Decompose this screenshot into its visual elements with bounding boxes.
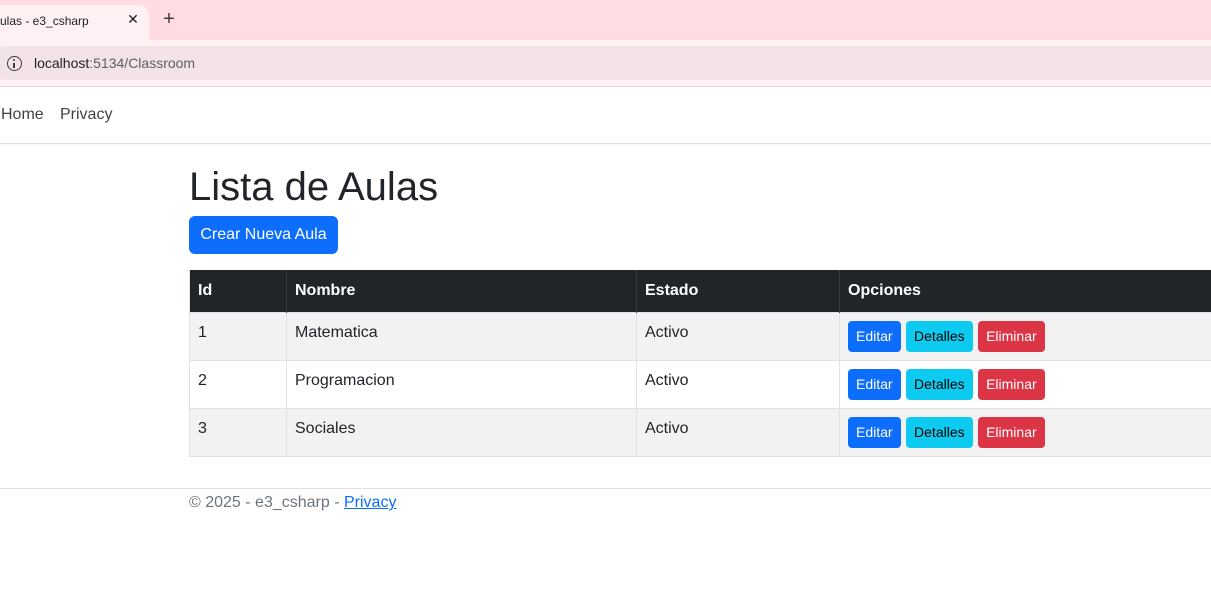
cell-opciones: Editar Detalles Eliminar bbox=[839, 407, 1211, 457]
edit-button[interactable]: Editar bbox=[848, 416, 901, 448]
cell-estado: Activo bbox=[636, 407, 840, 457]
browser-toolbar: localhost:5134/Classroom bbox=[0, 40, 1211, 87]
page-title: Lista de Aulas bbox=[189, 165, 439, 209]
details-button[interactable]: Detalles bbox=[906, 368, 973, 400]
cell-estado: Activo bbox=[636, 359, 840, 408]
table-row: 1 Matematica Activo Editar Detalles Elim… bbox=[189, 311, 1211, 360]
create-classroom-button[interactable]: Crear Nueva Aula bbox=[189, 216, 338, 254]
cell-estado: Activo bbox=[636, 311, 840, 360]
cell-id: 1 bbox=[189, 311, 287, 360]
url-host: localhost bbox=[34, 55, 90, 71]
details-button[interactable]: Detalles bbox=[906, 320, 973, 352]
new-tab-plus-icon[interactable]: + bbox=[160, 9, 178, 29]
classroom-table: Id Nombre Estado Opciones 1 Matematica A… bbox=[189, 270, 1211, 457]
browser-tab-bar: ulas - e3_csharp ✕ + bbox=[0, 0, 1211, 40]
column-header-opciones: Opciones bbox=[839, 270, 1211, 312]
cell-nombre: Programacion bbox=[286, 359, 637, 408]
delete-button[interactable]: Eliminar bbox=[978, 416, 1045, 448]
cell-nombre: Matematica bbox=[286, 311, 637, 360]
tab-title: ulas - e3_csharp bbox=[0, 14, 89, 28]
site-footer: © 2025 - e3_csharp - Privacy bbox=[0, 488, 1211, 548]
table-row: 2 Programacion Activo Editar Detalles El… bbox=[189, 359, 1211, 408]
table-header-row: Id Nombre Estado Opciones bbox=[189, 270, 1211, 312]
delete-button[interactable]: Eliminar bbox=[978, 368, 1045, 400]
footer-copyright: © 2025 - e3_csharp - bbox=[189, 494, 344, 511]
edit-button[interactable]: Editar bbox=[848, 368, 901, 400]
site-info-icon[interactable] bbox=[7, 56, 22, 71]
cell-opciones: Editar Detalles Eliminar bbox=[839, 359, 1211, 408]
table-row: 3 Sociales Activo Editar Detalles Elimin… bbox=[189, 407, 1211, 457]
footer-privacy-link[interactable]: Privacy bbox=[344, 494, 396, 511]
delete-button[interactable]: Eliminar bbox=[978, 320, 1045, 352]
column-header-estado: Estado bbox=[636, 270, 840, 312]
nav-link-home[interactable]: Home bbox=[1, 106, 44, 124]
site-navbar: Home Privacy bbox=[0, 87, 1211, 144]
details-button[interactable]: Detalles bbox=[906, 416, 973, 448]
close-icon[interactable]: ✕ bbox=[124, 10, 142, 28]
column-header-nombre: Nombre bbox=[286, 270, 637, 312]
cell-nombre: Sociales bbox=[286, 407, 637, 457]
url-text[interactable]: localhost:5134/Classroom bbox=[34, 55, 195, 71]
cell-id: 2 bbox=[189, 359, 287, 408]
browser-tab[interactable]: ulas - e3_csharp ✕ bbox=[0, 5, 149, 40]
footer-text: © 2025 - e3_csharp - Privacy bbox=[189, 494, 396, 512]
url-path: :5134/Classroom bbox=[89, 55, 196, 71]
edit-button[interactable]: Editar bbox=[848, 320, 901, 352]
column-header-id: Id bbox=[189, 270, 287, 312]
cell-opciones: Editar Detalles Eliminar bbox=[839, 311, 1211, 360]
cell-id: 3 bbox=[189, 407, 287, 457]
nav-link-privacy[interactable]: Privacy bbox=[60, 106, 112, 124]
